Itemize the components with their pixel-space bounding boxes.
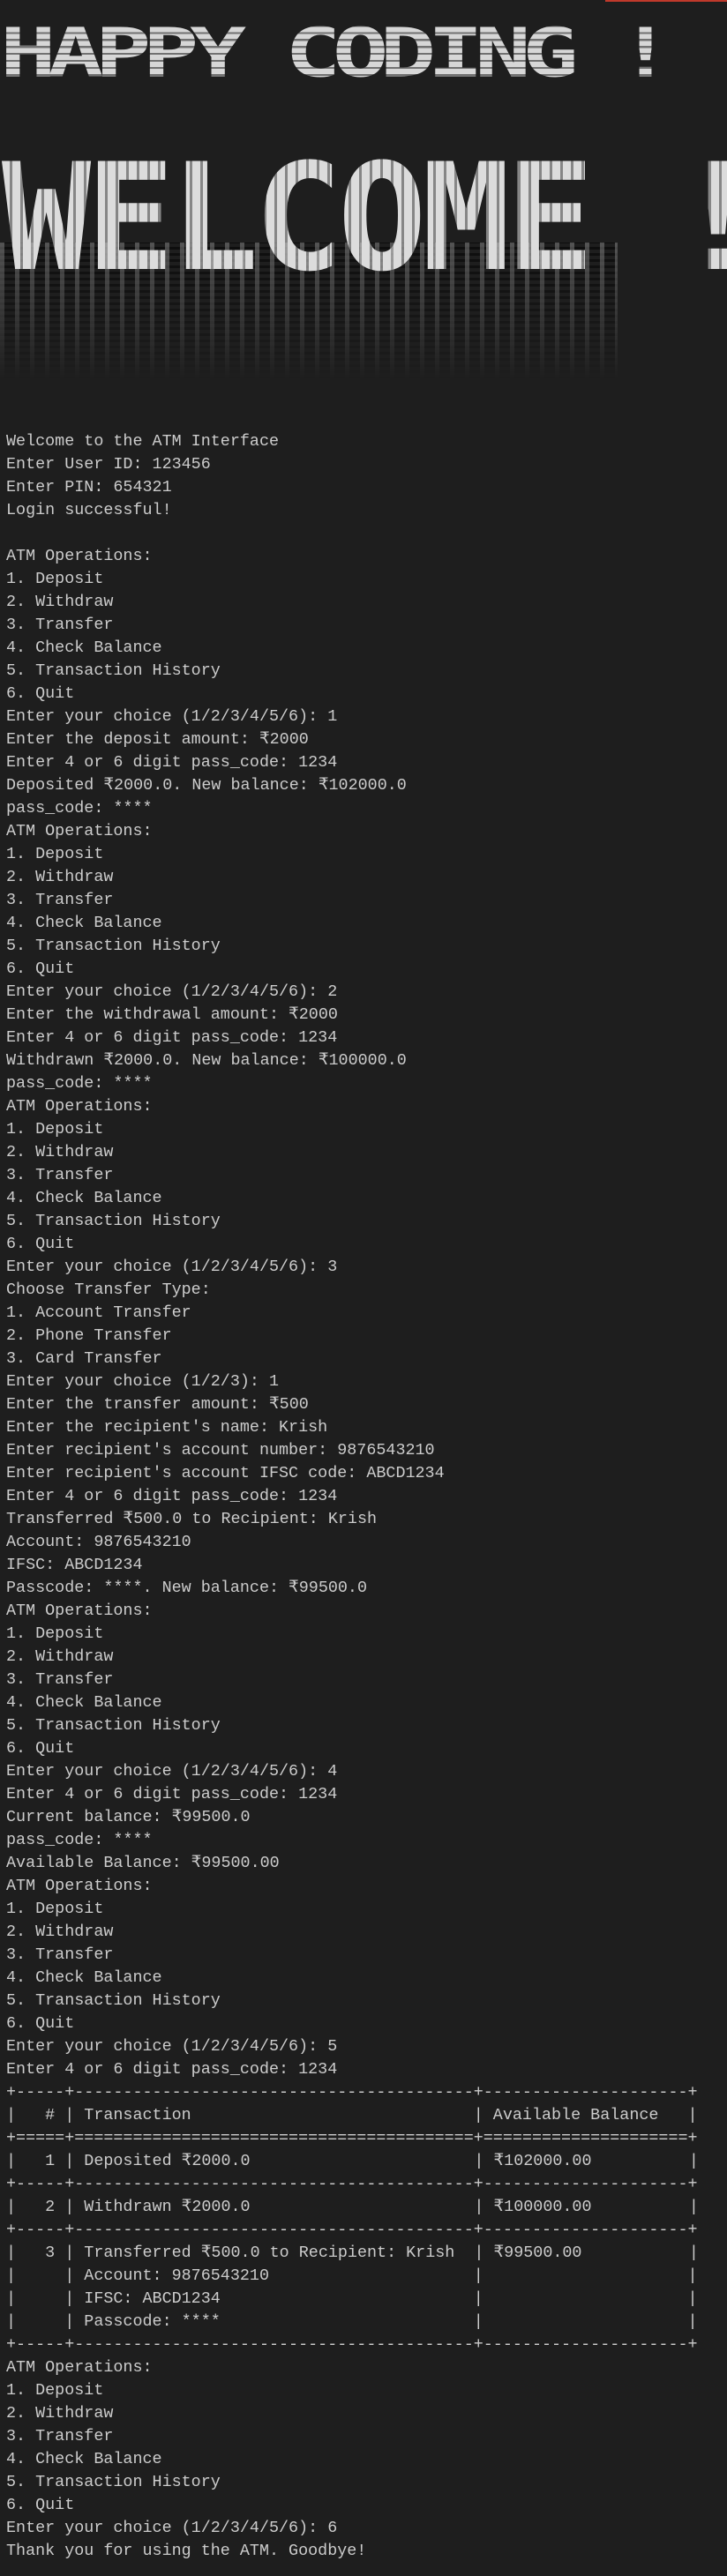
terminal-line: +=====+=================================… <box>6 2129 698 2147</box>
terminal-line: 6. Quit <box>6 1235 75 1253</box>
terminal-line: | | Passcode: **** | | <box>6 2312 698 2331</box>
terminal-line: 1. Deposit <box>6 845 104 863</box>
terminal-line: Enter the withdrawal amount: ₹2000 <box>6 1005 338 1024</box>
terminal-line: 1. Deposit <box>6 1120 104 1139</box>
terminal-line: Account: 9876543210 <box>6 1533 191 1551</box>
terminal-line: 6. Quit <box>6 1739 75 1758</box>
terminal-line: +-----+---------------------------------… <box>6 2335 698 2354</box>
terminal-line: 4. Check Balance <box>6 914 162 932</box>
terminal-line: Enter 4 or 6 digit pass_code: 1234 <box>6 1028 338 1047</box>
terminal-line: 4. Check Balance <box>6 1189 162 1207</box>
terminal-line: 2. Withdraw <box>6 1647 114 1666</box>
terminal-line: | 2 | Withdrawn ₹2000.0 | ₹100000.00 | <box>6 2198 699 2216</box>
terminal-line: 6. Quit <box>6 2496 75 2514</box>
terminal-line: Enter User ID: 123456 <box>6 455 211 474</box>
terminal-line: Enter your choice (1/2/3/4/5/6): 4 <box>6 1762 338 1781</box>
terminal-line: 2. Withdraw <box>6 593 114 611</box>
terminal-line: Enter your choice (1/2/3): 1 <box>6 1372 280 1391</box>
terminal-line: 3. Transfer <box>6 616 114 634</box>
terminal-line: Enter the transfer amount: ₹500 <box>6 1395 309 1414</box>
terminal-line: 2. Phone Transfer <box>6 1326 172 1345</box>
terminal-line: 1. Deposit <box>6 570 104 588</box>
terminal-line: 2. Withdraw <box>6 1143 114 1161</box>
terminal-line: ATM Operations: <box>6 1877 153 1895</box>
terminal-line: Enter 4 or 6 digit pass_code: 1234 <box>6 1785 338 1803</box>
terminal-line: 5. Transaction History <box>6 2473 221 2491</box>
terminal-line: | | Account: 9876543210 | | <box>6 2266 698 2285</box>
terminal-line: +-----+---------------------------------… <box>6 2221 698 2239</box>
terminal-line: ATM Operations: <box>6 822 153 840</box>
terminal-line: pass_code: **** <box>6 799 153 818</box>
terminal-line: Login successful! <box>6 501 172 519</box>
terminal-line: ATM Operations: <box>6 2358 153 2377</box>
terminal-line: Enter the recipient's name: Krish <box>6 1418 328 1437</box>
terminal-line: 3. Transfer <box>6 1945 114 1964</box>
terminal-line: 5. Transaction History <box>6 661 221 680</box>
terminal-line: ATM Operations: <box>6 547 153 565</box>
terminal-line: pass_code: **** <box>6 1074 153 1093</box>
terminal-line: 3. Transfer <box>6 2427 114 2445</box>
terminal-line: Thank you for using the ATM. Goodbye! <box>6 2542 367 2560</box>
terminal-line: 6. Quit <box>6 959 75 978</box>
terminal-line: 5. Transaction History <box>6 1716 221 1735</box>
terminal-output[interactable]: Welcome to the ATM Interface Enter User I… <box>6 430 723 2563</box>
terminal-line: Enter the deposit amount: ₹2000 <box>6 730 309 749</box>
terminal-line: pass_code: **** <box>6 1831 153 1849</box>
terminal-line: Passcode: ****. New balance: ₹99500.0 <box>6 1579 368 1597</box>
terminal-line: | 1 | Deposited ₹2000.0 | ₹102000.00 | <box>6 2152 699 2170</box>
terminal-line: Enter recipient's account number: 987654… <box>6 1441 435 1460</box>
banner-happy-coding: HAPPY CODING ! <box>0 14 673 93</box>
terminal-line: Enter your choice (1/2/3/4/5/6): 3 <box>6 1258 338 1276</box>
terminal-line: 1. Deposit <box>6 1624 104 1643</box>
terminal-line: 5. Transaction History <box>6 1991 221 2010</box>
terminal-line: 3. Transfer <box>6 891 114 909</box>
terminal-line: 3. Transfer <box>6 1166 114 1184</box>
terminal-line: Choose Transfer Type: <box>6 1281 211 1299</box>
terminal-line: Enter 4 or 6 digit pass_code: 1234 <box>6 753 338 772</box>
terminal-line: Available Balance: ₹99500.00 <box>6 1854 280 1872</box>
terminal-line: | | IFSC: ABCD1234 | | <box>6 2289 698 2308</box>
terminal-line: 5. Transaction History <box>6 1212 221 1230</box>
terminal-line: | # | Transaction | Available Balance | <box>6 2106 698 2124</box>
terminal-line: Enter 4 or 6 digit pass_code: 1234 <box>6 1487 338 1505</box>
terminal-line: IFSC: ABCD1234 <box>6 1556 143 1574</box>
terminal-line: +-----+---------------------------------… <box>6 2083 698 2102</box>
terminal-line: 4. Check Balance <box>6 1693 162 1712</box>
terminal-line: 1. Deposit <box>6 2381 104 2400</box>
terminal-line: 3. Transfer <box>6 1670 114 1689</box>
terminal-line: Enter your choice (1/2/3/4/5/6): 5 <box>6 2037 338 2056</box>
terminal-line: Enter your choice (1/2/3/4/5/6): 6 <box>6 2519 338 2537</box>
terminal-line: Welcome to the ATM Interface <box>6 432 280 451</box>
terminal-line: +-----+---------------------------------… <box>6 2175 698 2193</box>
terminal-line: Enter PIN: 654321 <box>6 478 172 497</box>
terminal-line: ATM Operations: <box>6 1097 153 1116</box>
terminal-line: 2. Withdraw <box>6 2404 114 2423</box>
terminal-line: 1. Deposit <box>6 1900 104 1918</box>
terminal-line: 2. Withdraw <box>6 868 114 886</box>
terminal-line: Enter recipient's account IFSC code: ABC… <box>6 1464 445 1482</box>
terminal-line: 3. Card Transfer <box>6 1349 162 1368</box>
terminal-line: 4. Check Balance <box>6 2450 162 2468</box>
terminal-line: ATM Operations: <box>6 1602 153 1620</box>
terminal-line: 2. Withdraw <box>6 1923 114 1941</box>
terminal-line: Transferred ₹500.0 to Recipient: Krish <box>6 1510 378 1528</box>
terminal-line: Current balance: ₹99500.0 <box>6 1808 251 1826</box>
terminal-line: 6. Quit <box>6 684 75 703</box>
terminal-line: Withdrawn ₹2000.0. New balance: ₹100000.… <box>6 1051 407 1070</box>
terminal-line: Enter your choice (1/2/3/4/5/6): 2 <box>6 982 338 1001</box>
terminal-line: Enter your choice (1/2/3/4/5/6): 1 <box>6 707 338 726</box>
terminal-line: Deposited ₹2000.0. New balance: ₹102000.… <box>6 776 407 795</box>
terminal-line: 1. Account Transfer <box>6 1303 191 1322</box>
terminal-line: 6. Quit <box>6 2014 75 2033</box>
ascii-art-banner: HAPPY CODING ! WELCOME ! <box>0 0 727 379</box>
terminal-line: | 3 | Transferred ₹500.0 to Recipient: K… <box>6 2244 699 2262</box>
terminal-line: 4. Check Balance <box>6 638 162 657</box>
terminal-line: Enter 4 or 6 digit pass_code: 1234 <box>6 2060 338 2079</box>
terminal-line: 4. Check Balance <box>6 1968 162 1987</box>
terminal-line: 5. Transaction History <box>6 937 221 955</box>
banner-welcome: WELCOME ! <box>2 131 727 304</box>
